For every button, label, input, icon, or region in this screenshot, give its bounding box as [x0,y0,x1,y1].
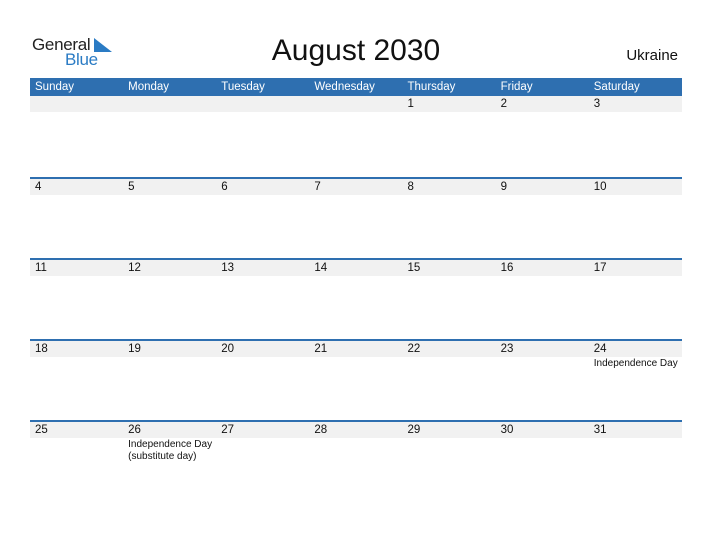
day-number: 22 [407,343,421,355]
day-number: 8 [407,181,414,193]
day-number: 14 [314,262,328,274]
day-cell: 2 [496,96,589,112]
day-number: 19 [128,343,141,355]
day-number: 5 [128,181,135,193]
weekday-tuesday: Tuesday [221,81,265,93]
day-number: 21 [314,343,328,355]
day-cell: 6 [216,179,309,195]
day-cell: 18 [30,341,123,370]
day-cell: 5 [123,179,216,195]
day-number: 18 [35,343,48,355]
day-cell: 7 [309,179,402,195]
week-row: 11 12 13 14 15 16 17 [30,258,682,339]
day-cell: 16 [496,260,589,276]
day-number: 15 [407,262,421,274]
day-cell: 26 Independence Day (substitute day) [123,422,216,463]
day-cell: 24 Independence Day [589,341,682,370]
day-number: 23 [500,343,514,355]
week-cells: 18 19 20 21 22 23 24 Independence Day [30,341,682,370]
day-cell [123,96,216,112]
day-cell: 22 [403,341,496,370]
day-cell: 23 [496,341,589,370]
day-cell: 21 [309,341,402,370]
day-cell: 9 [496,179,589,195]
day-number [221,96,309,112]
weekday-thursday: Thursday [407,81,456,93]
day-number: 31 [593,424,607,436]
day-number: 26 [128,424,141,436]
week-row: 25 26 Independence Day (substitute day) 27 28… [30,420,682,501]
day-number: 2 [500,98,508,110]
week-cells: 25 26 Independence Day (substitute day) 27 28… [30,422,682,463]
day-cell: 15 [403,260,496,276]
day-number: 16 [500,262,514,274]
day-cell: 12 [123,260,216,276]
day-number: 24 [593,343,607,355]
week-cells: 4 5 6 7 8 9 10 [30,179,682,195]
day-cell: 30 [496,422,589,463]
day-cell: 10 [589,179,682,195]
day-cell: 8 [403,179,496,195]
holiday-label: Independence Day [128,439,213,450]
calendar-grid: Sunday Monday Tuesday Wednesday Thursday… [30,78,682,501]
day-cell: 13 [216,260,309,276]
day-number: 28 [314,424,328,436]
weekday-monday: Monday [128,81,170,93]
day-number [128,96,216,112]
country-label: Ukraine [626,47,678,64]
day-number: 3 [593,98,601,110]
week-row: 18 19 20 21 22 23 24 Independence Day [30,339,682,420]
weekday-wednesday: Wednesday [314,81,375,93]
day-cell: 11 [30,260,123,276]
day-cell: 28 [309,422,402,463]
day-cell [216,96,309,112]
day-cell: 31 [589,422,682,463]
day-cell [309,96,402,112]
day-number: 11 [35,262,47,274]
day-number: 6 [221,181,228,193]
day-cell: 17 [589,260,682,276]
day-cell: 29 [403,422,496,463]
day-number: 13 [221,262,235,274]
day-cell: 14 [309,260,402,276]
day-number [35,96,123,112]
day-cell: 25 [30,422,123,463]
day-number: 9 [500,181,508,193]
day-number: 30 [500,424,514,436]
weekday-sunday: Sunday [35,81,75,93]
holiday-label: Independence Day [593,358,678,369]
weekday-header-row: Sunday Monday Tuesday Wednesday Thursday… [30,78,682,96]
day-number: 12 [128,262,141,274]
day-number: 10 [593,181,607,193]
day-number: 20 [221,343,235,355]
day-number: 29 [407,424,421,436]
week-cells: 1 2 3 [30,96,682,112]
week-row: 4 5 6 7 8 9 10 [30,177,682,258]
day-cell: 27 [216,422,309,463]
day-number: 4 [35,181,42,193]
day-cell: 20 [216,341,309,370]
weekday-saturday: Saturday [593,81,640,93]
day-number: 25 [35,424,48,436]
day-cell [30,96,123,112]
holiday-label: (substitute day) [128,451,197,462]
weekday-friday: Friday [500,81,533,93]
day-cell: 1 [403,96,496,112]
week-cells: 11 12 13 14 15 16 17 [30,260,682,276]
day-cell: 3 [589,96,682,112]
day-number: 1 [407,98,414,110]
day-number: 27 [221,424,235,436]
calendar-title: August 2030 [271,34,441,67]
week-row: 1 2 3 [30,96,682,177]
day-cell: 19 [123,341,216,370]
day-number: 7 [314,181,321,193]
day-cell: 4 [30,179,123,195]
weeks-container: 1 2 3 4 5 6 7 8 9 10 11 12 13 14 15 16 17 18 19 20 21 22 23 24 I… [30,96,682,501]
day-number: 17 [593,262,607,274]
day-number [314,96,402,112]
